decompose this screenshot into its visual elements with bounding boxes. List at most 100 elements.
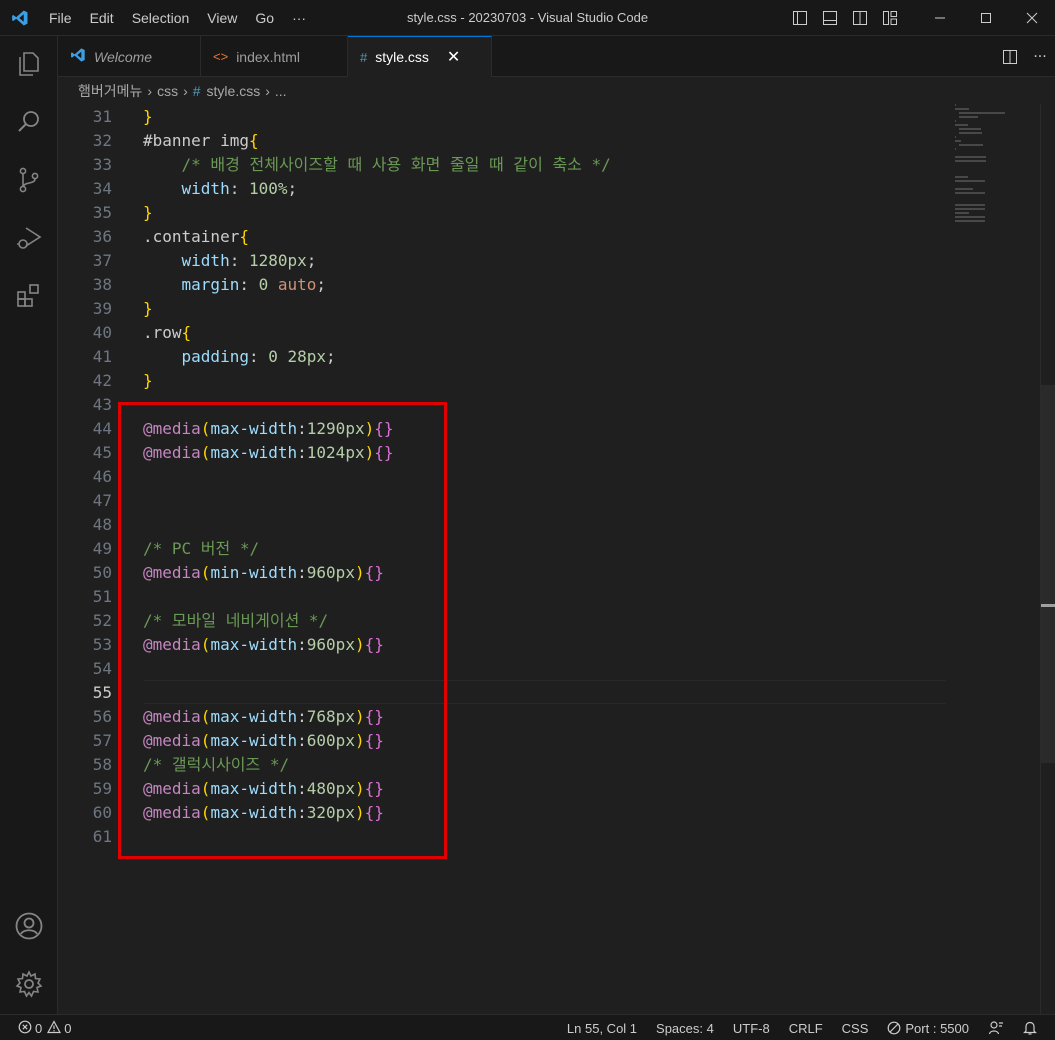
toggle-secondary-sidebar-icon[interactable] — [845, 0, 875, 36]
customize-layout-icon[interactable] — [875, 0, 905, 36]
breadcrumb-symbol[interactable]: ... — [275, 83, 287, 99]
code-line[interactable]: 38 margin: 0 auto; — [58, 273, 948, 297]
minimap-line — [955, 148, 957, 150]
minimap-line — [955, 176, 969, 178]
cursor-position[interactable]: Ln 55, Col 1 — [567, 1021, 637, 1036]
split-editor-icon[interactable] — [995, 39, 1025, 75]
source-control-icon[interactable] — [0, 156, 58, 204]
port-label: Port : 5500 — [905, 1020, 969, 1036]
indentation[interactable]: Spaces: 4 — [656, 1021, 714, 1036]
code-token: 0 — [268, 347, 278, 366]
code-token: padding — [181, 347, 249, 366]
line-number: 36 — [92, 227, 112, 246]
language-mode[interactable]: CSS — [842, 1021, 869, 1036]
tab-label: style.css — [375, 49, 429, 65]
problems-indicator[interactable]: 0 0 — [18, 1015, 71, 1040]
menu-item-go[interactable]: Go — [246, 0, 283, 36]
menu-item-view[interactable]: View — [198, 0, 246, 36]
editor-tabs: Welcome <> index.html # style.css ✕ ··· — [58, 36, 1055, 77]
code-token: width — [181, 251, 230, 270]
toggle-panel-icon[interactable] — [815, 0, 845, 36]
more-actions-icon[interactable]: ··· — [1025, 39, 1055, 75]
code-token: 28px — [287, 347, 327, 366]
code-line[interactable]: 31} — [58, 105, 948, 129]
breadcrumb-css[interactable]: css — [157, 83, 178, 99]
line-number: 45 — [92, 443, 112, 462]
extensions-icon[interactable] — [0, 272, 58, 320]
code-line[interactable]: 35} — [58, 201, 948, 225]
explorer-icon[interactable] — [0, 40, 58, 88]
code-token: 0 — [258, 275, 269, 294]
minimap-line — [955, 104, 957, 106]
code-line[interactable]: 34 width: 100%; — [58, 177, 948, 201]
code-line[interactable]: 42} — [58, 369, 948, 393]
manage-gear-icon[interactable] — [0, 960, 58, 1008]
menu-bar: File Edit Selection View Go ··· — [40, 0, 315, 36]
css-hash-icon: # — [192, 83, 201, 99]
feedback-icon[interactable] — [988, 1020, 1004, 1036]
menu-item-edit[interactable]: Edit — [81, 0, 123, 36]
menu-item-file[interactable]: File — [40, 0, 81, 36]
minimap-line — [955, 108, 970, 110]
minimize-icon[interactable] — [917, 0, 963, 36]
tab-style-css[interactable]: # style.css ✕ — [348, 36, 492, 77]
close-window-icon[interactable] — [1009, 0, 1055, 36]
notifications-bell-icon[interactable] — [1023, 1020, 1037, 1036]
code-token: : — [248, 347, 269, 366]
no-entry-icon — [887, 1021, 901, 1035]
code-line[interactable]: 41 padding: 0 28px; — [58, 345, 948, 369]
line-code: } — [143, 105, 153, 129]
run-and-debug-icon[interactable] — [0, 214, 58, 262]
code-token: width — [181, 179, 230, 198]
minimap-line — [955, 220, 985, 222]
line-number: 43 — [92, 395, 112, 414]
toggle-primary-sidebar-icon[interactable] — [785, 0, 815, 36]
line-number: 44 — [92, 419, 112, 438]
code-line[interactable]: 39} — [58, 297, 948, 321]
code-line[interactable]: 40 .row{ — [58, 321, 948, 345]
code-token: { — [248, 131, 259, 150]
code-token: { — [239, 227, 249, 246]
line-number: 58 — [92, 755, 112, 774]
code-line[interactable]: 36 .container{ — [58, 225, 948, 249]
code-token: .container — [143, 227, 240, 246]
activity-bar — [0, 36, 58, 1014]
line-code: .row{ — [143, 321, 191, 345]
scrollbar-thumb[interactable] — [1041, 385, 1055, 763]
search-icon[interactable] — [0, 98, 58, 146]
code-token: : — [229, 179, 249, 198]
tab-welcome[interactable]: Welcome — [58, 36, 201, 77]
status-bar: 0 0 Ln 55, Col 1 Spaces: 4 UTF-8 CRLF CS… — [0, 1014, 1055, 1040]
minimap[interactable] — [955, 104, 1015, 234]
minimap-line — [955, 212, 970, 214]
code-line[interactable]: 32 #banner img{ — [58, 129, 948, 153]
breadcrumb-file[interactable]: style.css — [207, 83, 261, 99]
line-code: margin: 0 auto; — [143, 273, 327, 297]
encoding[interactable]: UTF-8 — [733, 1021, 770, 1036]
code-line[interactable]: 33 /* 배경 전체사이즈할 때 사용 화면 줄일 때 같이 축소 */ — [58, 153, 948, 177]
code-token: 1280px — [248, 251, 307, 270]
breadcrumb-folder[interactable]: 햄버거메뉴 — [78, 81, 142, 101]
line-number: 61 — [92, 827, 112, 846]
line-number: 39 — [92, 299, 112, 318]
warning-count: 0 — [64, 1020, 72, 1036]
maximize-icon[interactable] — [963, 0, 1009, 36]
line-number: 50 — [92, 563, 112, 582]
close-tab-icon[interactable]: ✕ — [447, 47, 460, 67]
accounts-icon[interactable] — [0, 902, 58, 950]
menu-item-more[interactable]: ··· — [283, 0, 315, 36]
menu-item-selection[interactable]: Selection — [123, 0, 199, 36]
live-server-port[interactable]: Port : 5500 — [887, 1021, 969, 1036]
tab-index-html[interactable]: <> index.html — [201, 36, 348, 77]
cursor-position-marker — [1041, 604, 1055, 607]
code-token: #banner img — [143, 131, 249, 150]
line-ending[interactable]: CRLF — [789, 1021, 823, 1036]
line-number: 57 — [92, 731, 112, 750]
code-line[interactable]: 37 width: 1280px; — [58, 249, 948, 273]
minimap-line — [955, 180, 985, 182]
line-code: } — [143, 297, 153, 321]
